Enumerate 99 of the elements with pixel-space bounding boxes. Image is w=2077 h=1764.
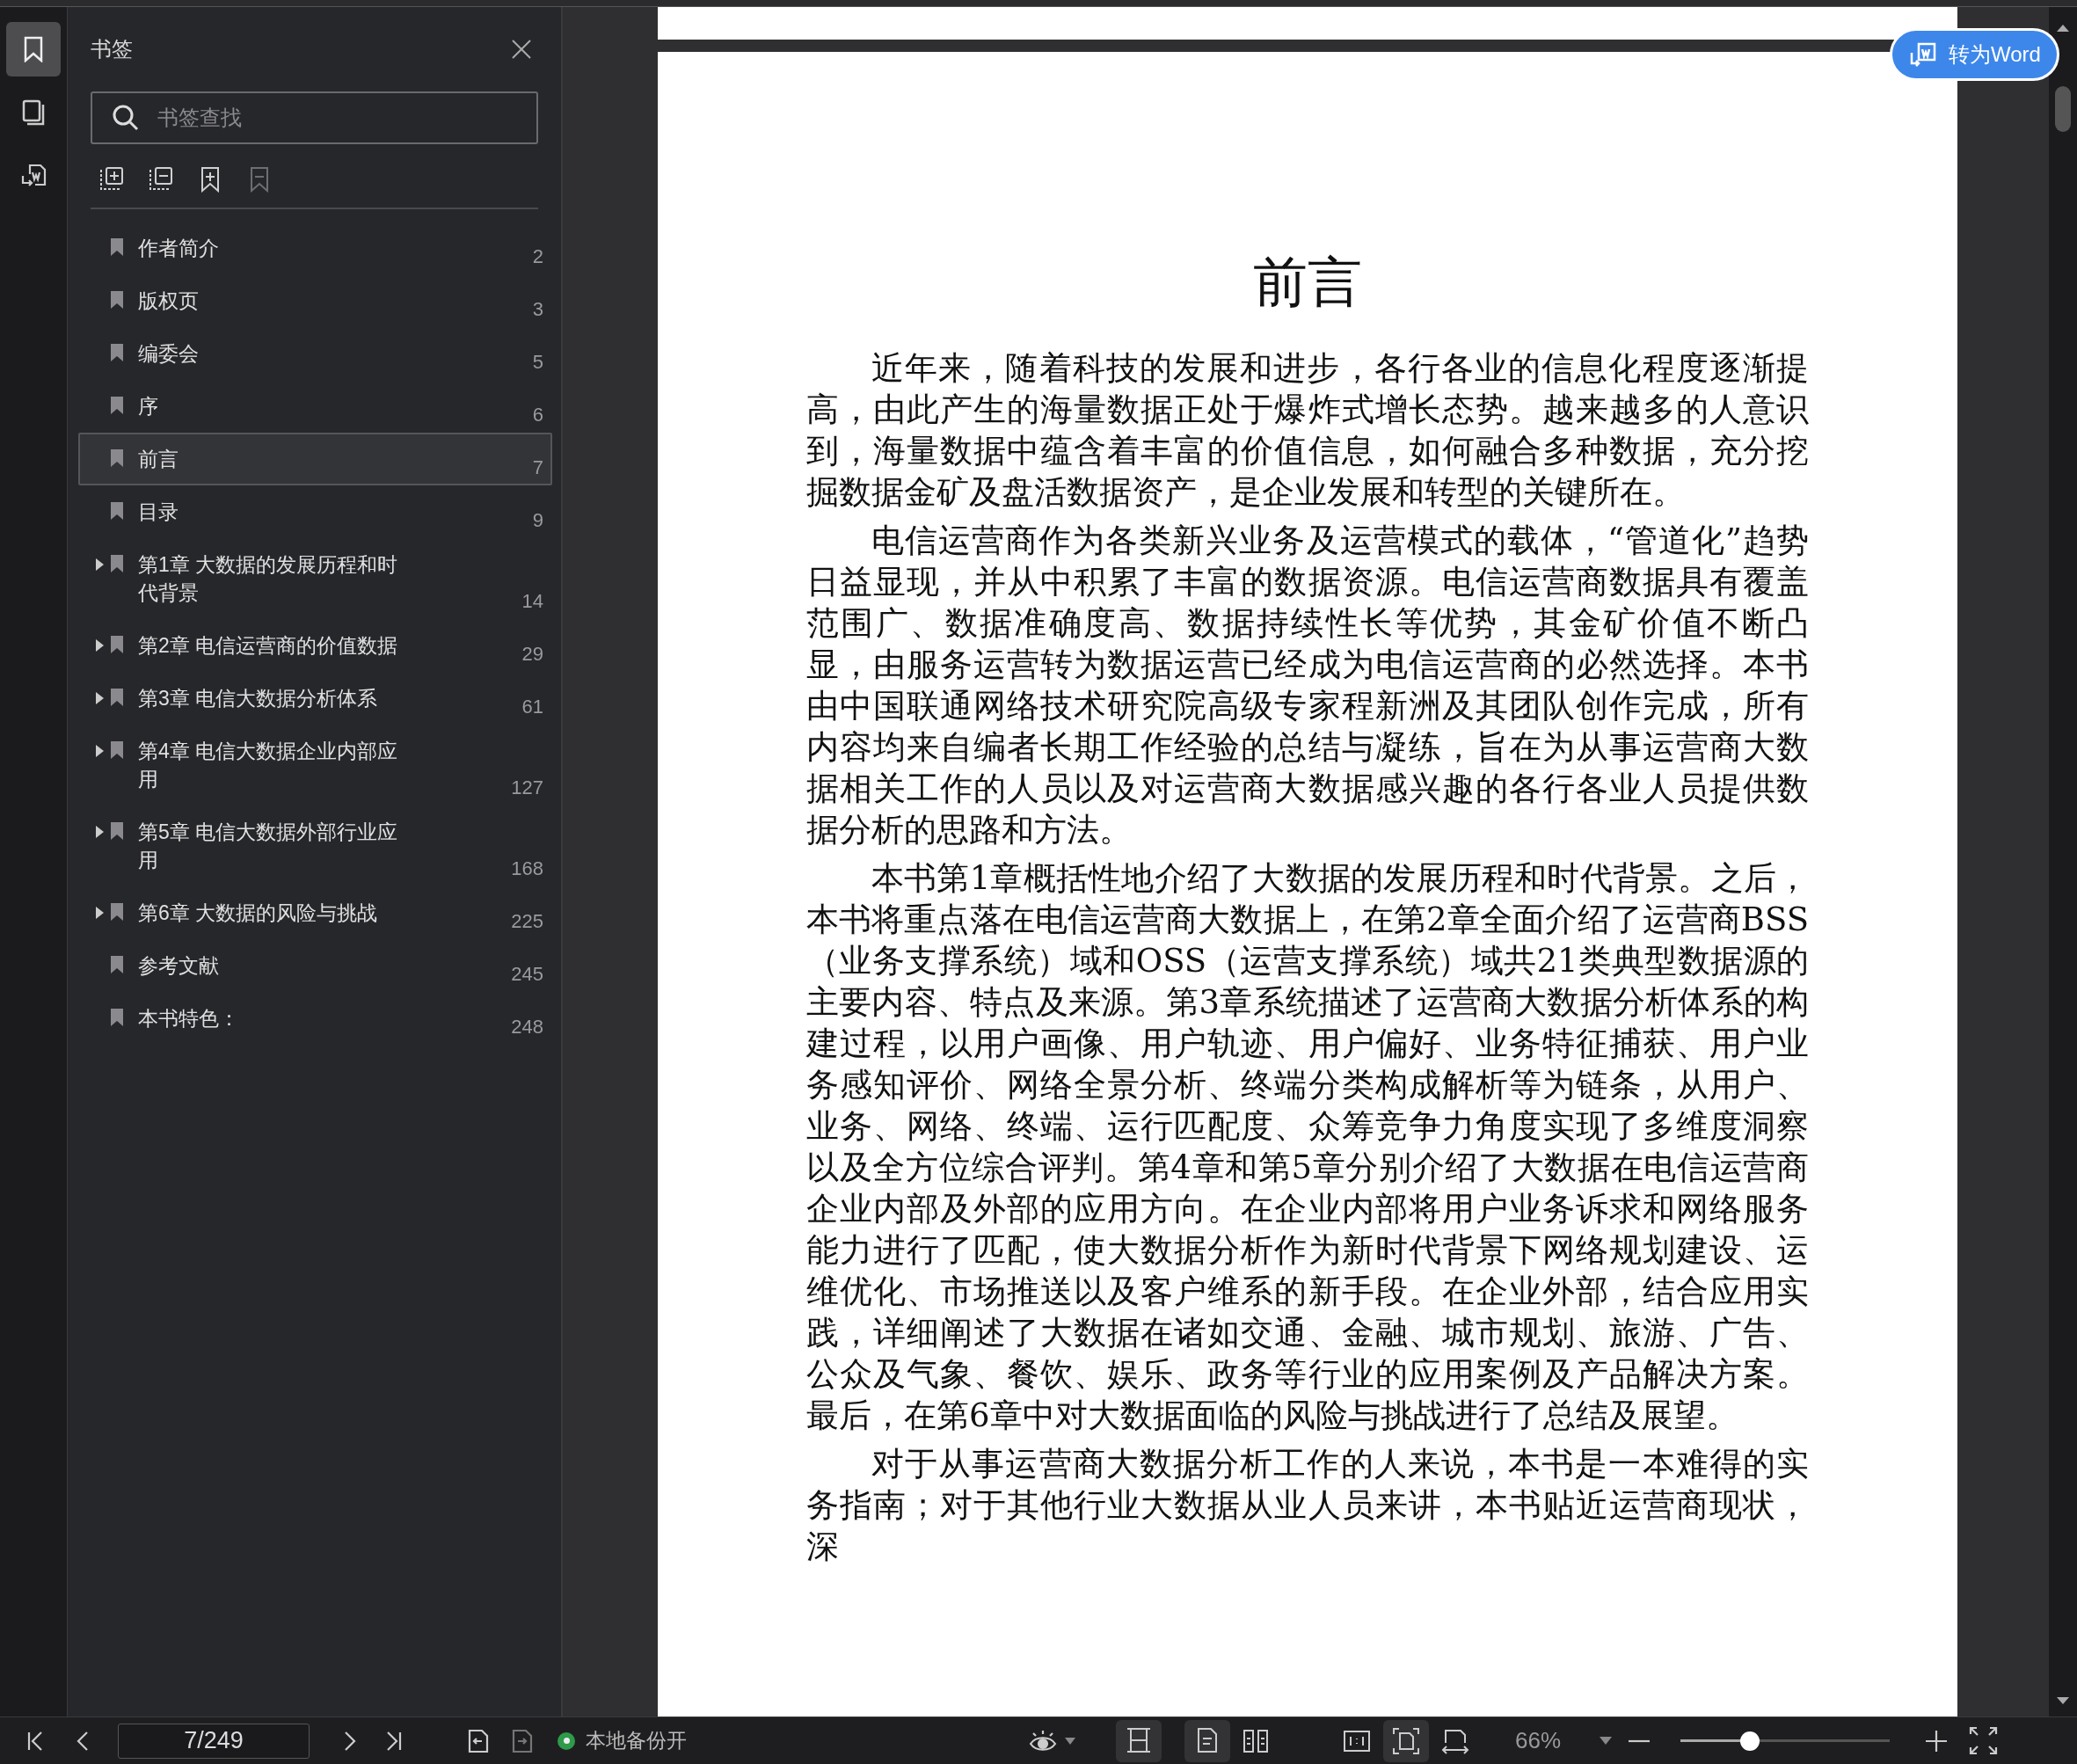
page-number: 168 xyxy=(511,858,543,879)
expand-arrow-icon[interactable] xyxy=(96,639,104,652)
bookmark-icon xyxy=(110,554,124,573)
bookmark-item[interactable]: 作者简介 2 xyxy=(78,222,552,274)
page-number: 14 xyxy=(521,591,543,612)
bookmark-title: 目录 xyxy=(138,499,179,525)
search-field[interactable]: 书签查找 xyxy=(91,91,538,144)
scroll-down-icon[interactable] xyxy=(2057,1697,2069,1704)
bookmark-icon xyxy=(110,237,124,257)
page-number: 3 xyxy=(532,299,543,320)
bookmark-title: 本书特色： xyxy=(138,1006,240,1031)
bookmark-icon xyxy=(110,635,124,654)
bookmark-title: 序 xyxy=(138,394,159,419)
page-number: 245 xyxy=(511,964,543,985)
scrollbar[interactable] xyxy=(2049,7,2077,1717)
expand-arrow-icon[interactable] xyxy=(96,692,104,704)
zoom-out-icon[interactable] xyxy=(1628,1738,1651,1744)
bookmark-title: 第6章 大数据的风险与挑战 xyxy=(138,900,379,926)
last-page-icon[interactable] xyxy=(385,1730,403,1752)
bookmark-title: 第4章 电信大数据企业内部应用 xyxy=(138,739,399,792)
bookmark-item[interactable]: 参考文献 245 xyxy=(78,939,552,992)
page-number: 6 xyxy=(532,405,543,426)
bookmark-item[interactable]: 版权页 3 xyxy=(78,274,552,327)
bookmark-icon xyxy=(110,290,124,310)
page-number: 5 xyxy=(532,352,543,373)
continuous-view-button[interactable] xyxy=(1116,1719,1162,1762)
bookmark-icon xyxy=(110,688,124,707)
first-page-icon[interactable] xyxy=(26,1730,44,1752)
page-number: 61 xyxy=(521,696,543,718)
bookmark-item[interactable]: 目录 9 xyxy=(78,485,552,538)
bookmark-icon xyxy=(110,740,124,760)
bookmark-title: 作者简介 xyxy=(138,236,220,261)
bookmark-icon xyxy=(110,448,124,468)
bookmark-item[interactable]: 本书特色： 248 xyxy=(78,992,552,1045)
bookmark-title: 前言 xyxy=(138,447,179,472)
caret-icon xyxy=(1065,1737,1075,1745)
page-number: 127 xyxy=(511,777,543,798)
page-heading: 前言 xyxy=(1253,249,1362,316)
bookmark-title: 第3章 电信大数据分析体系 xyxy=(138,686,379,711)
bookmark-title: 版权页 xyxy=(138,288,200,314)
page-number: 9 xyxy=(532,510,543,531)
scroll-up-icon[interactable] xyxy=(2057,25,2069,32)
bookmark-icon xyxy=(110,1008,124,1027)
zoom-in-icon[interactable] xyxy=(1925,1729,1949,1753)
bookmark-icon xyxy=(110,902,124,922)
bookmark-icon xyxy=(110,343,124,362)
expand-arrow-icon[interactable] xyxy=(96,745,104,757)
bookmark-item[interactable]: 第3章 电信大数据分析体系 61 xyxy=(78,672,552,725)
body-paragraph: 本书第1章概括性地介绍了大数据的发展历程和时代背景。之后，本书将重点落在电信运营商大数据上，在第2章全面介绍了运营商BSS（业务支撑系统）域和OSS（运营支撑系统）域共21类典型数据源的主要内容、特点及来源。第3章系统描述了运营商大数据分析体系的构建过程，以用户画像、用户轨迹、用户偏好、业务特征捕获、用户业务感知评价、网络全景分析、终端分类构成解析等为链条，从用户、业务、网络、终端、运行匹配度、众筹竞争力角度实现了多维度洞察以及全方位综合评判。第4章和第5章分别介绍了大数据在电信运营商企业内部及外部的应用方向。在企业内部将用户业务诉求和网络服务能力进行了匹配，使大数据分析作为新时代背景下网络规划建设、运维优化、市场推送以及客户维系的新手段。在企业外部，结合应用实践，详细阐述了大数据在诸如交通、金融、城市规划、旅游、广告、公众及气象、餐饮、娱乐、政务等行业的应用案例及产品解决方案。最后，在第6章中对大数据面临的风险与挑战进行了总结及展望。 xyxy=(806,858,1809,1436)
bookmark-title: 参考文献 xyxy=(138,953,220,979)
bookmark-title: 编委会 xyxy=(138,341,200,367)
fit-page-icon xyxy=(1392,1726,1420,1755)
bookmark-icon xyxy=(110,955,124,974)
bookmark-item[interactable]: 序 6 xyxy=(78,380,552,433)
body-paragraph: 近年来，随着科技的发展和进步，各行各业的信息化程度逐渐提高，由此产生的海量数据正处于爆炸式增长态势。越来越多的人意识到，海量数据中蕴含着丰富的价值信息，如何融合多种数据，充分挖掘数据金矿及盘活数据资产，是企业发展和转型的关键所在。 xyxy=(806,348,1809,513)
bookmark-item[interactable]: 前言 7 xyxy=(78,433,552,485)
convert-to-word-button[interactable]: 转为Word xyxy=(1890,28,2059,81)
page-number: 2 xyxy=(532,246,543,267)
page-number: 29 xyxy=(521,644,543,665)
bookmark-item[interactable]: 第1章 大数据的发展历程和时代背景 14 xyxy=(78,538,552,619)
panel-title: 书签 xyxy=(91,36,133,62)
body-paragraph: 对于从事运营商大数据分析工作的人来说，本书是一本难得的实务指南；对于其他行业大数据从业人员来讲，本书贴近运营商现状，深 xyxy=(806,1444,1809,1567)
bookmark-title: 第1章 大数据的发展历程和时代背景 xyxy=(138,552,399,606)
page-number-field[interactable]: 7/249 xyxy=(118,1723,310,1759)
bookmark-item[interactable]: 第5章 电信大数据外部行业应用 168 xyxy=(78,805,552,886)
bookmark-icon xyxy=(110,821,124,841)
pages-icon xyxy=(22,99,45,126)
caret-icon[interactable] xyxy=(1600,1737,1613,1745)
word-convert-icon xyxy=(1908,40,1938,69)
zoom-slider[interactable] xyxy=(1680,1730,1891,1752)
expand-arrow-icon[interactable] xyxy=(96,826,104,838)
search-icon xyxy=(112,104,140,132)
sidebar-tab[interactable] xyxy=(6,22,61,77)
bookmark-item[interactable]: 第2章 电信运营商的价值数据 29 xyxy=(78,619,552,672)
single-page-button[interactable] xyxy=(1184,1719,1230,1762)
body-paragraph: 电信运营商作为各类新兴业务及运营模式的载体，“管道化”趋势日益显现，并从中积累了丰富的数据资源。电信运营商数据具有覆盖范围广、数据准确度高、数据持续性长等优势，其金矿价值不断凸显，由服务运营转为数据运营已经成为电信运营商的必然选择。本书由中国联通网络技术研究院高级专家程新洲及其团队创作完成，所有内容均来自编者长期工作经验的总结与凝练，旨在为从事运营商大数据相关工作的人员以及对运营商大数据感兴趣的各行各业人员提供数据分析的思路和方法。 xyxy=(806,521,1809,850)
zoom-value[interactable]: 66% xyxy=(1515,1724,1562,1758)
bookmark-icon xyxy=(110,396,124,415)
bookmark-icon xyxy=(110,501,124,521)
bookmark-icon xyxy=(24,36,43,62)
fit-page-button[interactable] xyxy=(1383,1719,1429,1762)
bookmark-item[interactable]: 第6章 大数据的风险与挑战 225 xyxy=(78,886,552,939)
scroll-thumb[interactable] xyxy=(2055,86,2071,132)
previous-page-icon[interactable] xyxy=(76,1730,90,1752)
next-page-icon[interactable] xyxy=(343,1730,357,1752)
expand-arrow-icon[interactable] xyxy=(96,558,104,571)
expand-arrow-icon[interactable] xyxy=(96,907,104,919)
backup-status[interactable]: 本地备份开 xyxy=(586,1725,687,1756)
page-number: 248 xyxy=(511,1017,543,1038)
continuous-view-icon xyxy=(1125,1726,1153,1755)
bookmark-item[interactable]: 第4章 电信大数据企业内部应用 127 xyxy=(78,725,552,805)
bookmark-title: 第5章 电信大数据外部行业应用 xyxy=(138,820,399,873)
page-number: 7 xyxy=(532,457,543,478)
bookmark-item[interactable]: 编委会 5 xyxy=(78,327,552,380)
slider-thumb[interactable] xyxy=(1739,1731,1760,1751)
page-number: 225 xyxy=(511,911,543,932)
bookmark-title: 第2章 电信运营商的价值数据 xyxy=(138,633,399,659)
back-icon[interactable] xyxy=(466,1728,491,1753)
fullscreen-icon[interactable] xyxy=(1969,1726,1999,1755)
